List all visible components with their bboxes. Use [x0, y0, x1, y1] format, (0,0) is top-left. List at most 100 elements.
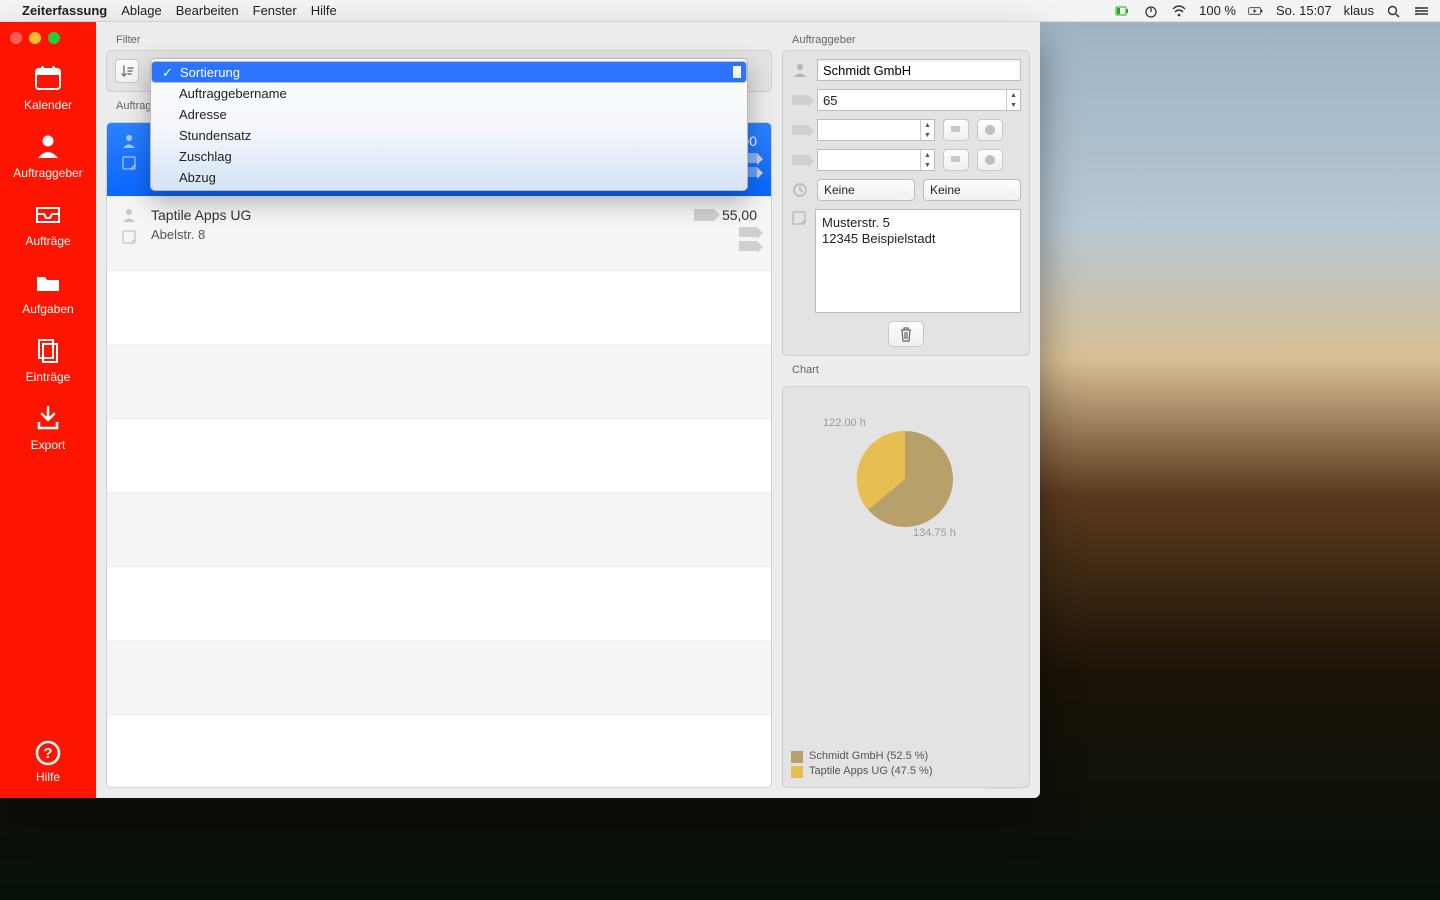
- flag-icon: [950, 154, 962, 166]
- trash-icon: [899, 326, 913, 342]
- note-icon: [121, 229, 137, 245]
- discount-input[interactable]: ▲▼: [817, 149, 935, 171]
- battery-percent: 100 %: [1199, 3, 1236, 18]
- globe-icon: [984, 154, 996, 166]
- pie-chart: [855, 429, 955, 529]
- address-textarea[interactable]: Musterstr. 5 12345 Beispielstadt: [815, 209, 1021, 313]
- battery-charging-icon: [1248, 4, 1264, 18]
- flag-button[interactable]: [943, 119, 969, 141]
- tag-icon: [791, 91, 809, 109]
- dropdown-option[interactable]: Zuschlag: [151, 146, 747, 167]
- menu-hilfe[interactable]: Hilfe: [311, 3, 337, 18]
- dropdown-option[interactable]: Auftraggebername: [151, 83, 747, 104]
- sort-dropdown[interactable]: Sortierung Auftraggebername Adresse Stun…: [150, 58, 748, 191]
- menu-ablage[interactable]: Ablage: [121, 3, 161, 18]
- tag-icon: [791, 121, 809, 139]
- battery-indicator-icon: [1115, 4, 1131, 18]
- legend-label: Schmidt GmbH (52.5 %): [809, 749, 928, 764]
- surcharge-input[interactable]: ▲▼: [817, 119, 935, 141]
- chart-section-label: Chart: [782, 362, 1030, 380]
- chart-legend: Schmidt GmbH (52.5 %) Taptile Apps UG (4…: [791, 749, 933, 779]
- dropdown-option[interactable]: Abzug: [151, 167, 747, 188]
- list-row[interactable]: [107, 715, 771, 788]
- legend-swatch: [791, 751, 803, 763]
- select-value: Keine: [930, 183, 961, 197]
- details-section-label: Auftraggeber: [782, 32, 1030, 50]
- wifi-icon[interactable]: [1171, 4, 1187, 18]
- inbox-icon: [33, 200, 63, 228]
- sidebar: Kalender Auftraggeber Aufträge Aufgaben …: [0, 22, 96, 798]
- sidebar-item-eintraege[interactable]: Einträge: [0, 326, 96, 394]
- legend-swatch: [791, 766, 803, 778]
- chart-bottom-label: 134.75 h: [913, 527, 956, 539]
- client-list: Schmidt GmbH Musterstr. 5 12345 Beispiel…: [106, 122, 772, 788]
- list-row-addr: Abelstr. 8: [151, 227, 627, 242]
- list-row[interactable]: Taptile Apps UG Abelstr. 8 55,00: [107, 197, 771, 271]
- legend-label: Taptile Apps UG (47.5 %): [809, 764, 933, 779]
- flag-button[interactable]: [943, 149, 969, 171]
- list-row[interactable]: [107, 419, 771, 493]
- list-row[interactable]: [107, 641, 771, 715]
- sidebar-item-label: Hilfe: [33, 770, 63, 784]
- globe-button[interactable]: [977, 149, 1003, 171]
- list-row[interactable]: [107, 567, 771, 641]
- sidebar-item-label: Kalender: [24, 98, 72, 112]
- globe-icon: [984, 124, 996, 136]
- tag-icon: [791, 151, 809, 169]
- export-icon: [33, 404, 63, 432]
- clock-icon: [791, 181, 809, 199]
- globe-button[interactable]: [977, 119, 1003, 141]
- app-menu[interactable]: Zeiterfassung: [22, 3, 107, 18]
- minimize-window-button[interactable]: [29, 32, 41, 44]
- delete-button[interactable]: [888, 321, 924, 347]
- client-name-input[interactable]: [817, 59, 1021, 81]
- sidebar-item-auftraege[interactable]: Aufträge: [0, 190, 96, 258]
- svg-text:?: ?: [43, 745, 52, 762]
- menu-fenster[interactable]: Fenster: [253, 3, 297, 18]
- dropdown-option[interactable]: Sortierung: [151, 61, 747, 83]
- zoom-window-button[interactable]: [48, 32, 60, 44]
- details-panel: 65 ▲▼ ▲▼ ▲▼: [782, 50, 1030, 356]
- folder-icon: [33, 268, 63, 296]
- list-row[interactable]: [107, 345, 771, 419]
- timer-icon[interactable]: [1143, 4, 1159, 18]
- spotlight-icon[interactable]: [1386, 4, 1402, 18]
- sidebar-item-label: Aufträge: [25, 234, 70, 248]
- sidebar-item-label: Auftraggeber: [13, 166, 82, 180]
- list-row[interactable]: [107, 271, 771, 345]
- close-window-button[interactable]: [10, 32, 22, 44]
- help-icon: ?: [33, 739, 63, 767]
- menubar-user[interactable]: klaus: [1344, 3, 1374, 18]
- tag-icon: [694, 209, 714, 221]
- dropdown-option[interactable]: Adresse: [151, 104, 747, 125]
- select-value: Keine: [824, 183, 855, 197]
- sort-button[interactable]: [115, 59, 139, 83]
- list-row-rate: 55,00: [722, 207, 757, 223]
- stepper-arrows[interactable]: ▲▼: [920, 150, 934, 170]
- right-pane: Auftraggeber 65 ▲▼ ▲▼: [782, 32, 1030, 788]
- sidebar-item-hilfe[interactable]: ? Hilfe: [33, 739, 63, 798]
- sidebar-item-aufgaben[interactable]: Aufgaben: [0, 258, 96, 326]
- rounding-select-2[interactable]: Keine▲▼: [923, 179, 1021, 201]
- tag-icon: [739, 227, 757, 237]
- person-icon: [33, 132, 63, 160]
- filter-section-label: Filter: [106, 32, 772, 50]
- menu-bearbeiten[interactable]: Bearbeiten: [176, 3, 239, 18]
- sort-icon: [120, 64, 134, 78]
- stepper-arrows[interactable]: ▲▼: [920, 120, 934, 140]
- flag-icon: [950, 124, 962, 136]
- sidebar-item-auftraggeber[interactable]: Auftraggeber: [0, 122, 96, 190]
- chart-top-label: 122.00 h: [823, 417, 866, 429]
- rate-input[interactable]: 65 ▲▼: [817, 89, 1021, 111]
- list-row-name: Taptile Apps UG: [151, 207, 627, 223]
- sidebar-item-kalender[interactable]: Kalender: [0, 54, 96, 122]
- dropdown-option[interactable]: Stundensatz: [151, 125, 747, 146]
- stepper-arrows[interactable]: ▲▼: [1006, 90, 1020, 110]
- menubar-date[interactable]: So. 15:07: [1276, 3, 1332, 18]
- list-row[interactable]: [107, 493, 771, 567]
- notification-center-icon[interactable]: [1414, 4, 1430, 18]
- note-icon: [791, 209, 807, 227]
- sidebar-item-export[interactable]: Export: [0, 394, 96, 462]
- rounding-select-1[interactable]: Keine▲▼: [817, 179, 915, 201]
- person-icon: [791, 61, 809, 79]
